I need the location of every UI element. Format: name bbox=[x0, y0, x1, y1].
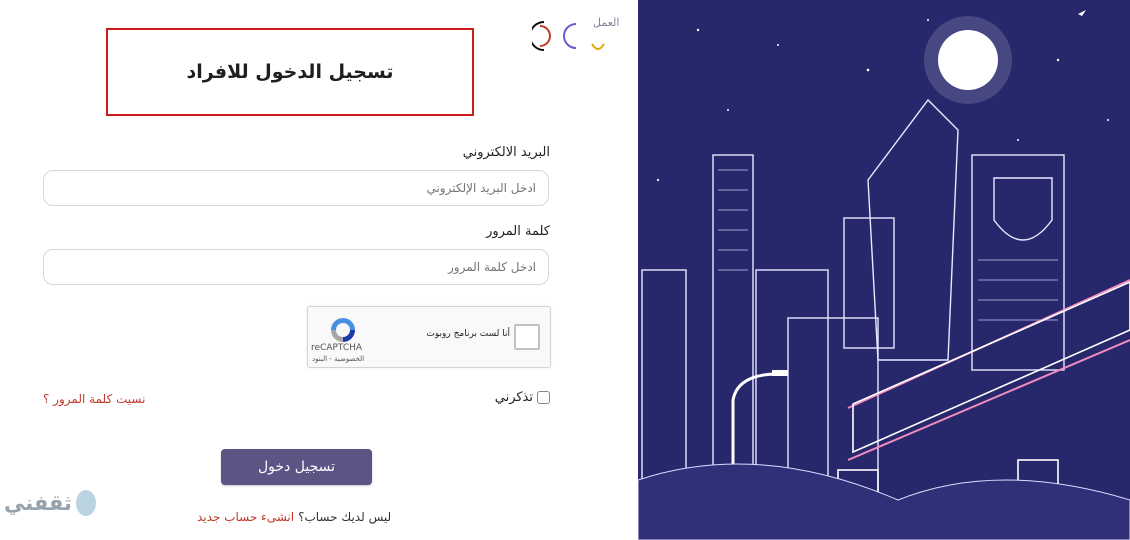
title-highlight-box: تسجيل الدخول للافراد bbox=[106, 28, 474, 116]
login-button[interactable]: تسجيل دخول bbox=[221, 449, 372, 485]
brand-logo-text: العمل bbox=[593, 16, 620, 29]
watermark-text: ثقفني bbox=[4, 491, 72, 515]
remember-checkbox[interactable] bbox=[537, 391, 550, 404]
email-label: البريد الالكتروني bbox=[462, 145, 550, 160]
recaptcha-icon bbox=[331, 318, 355, 342]
skyline-illustration bbox=[638, 10, 1130, 540]
lightbulb-icon bbox=[75, 490, 96, 516]
forgot-password-link[interactable]: نسيت كلمة المرور ؟ bbox=[43, 392, 145, 406]
no-account-text: ليس لديك حساب؟ bbox=[298, 510, 392, 524]
create-account-link[interactable]: انشىء حساب جديد bbox=[197, 510, 294, 524]
city-illustration bbox=[638, 0, 1130, 540]
watermark: ثقفني bbox=[4, 490, 96, 516]
recaptcha-checkbox[interactable] bbox=[514, 324, 540, 350]
page-title: تسجيل الدخول للافراد bbox=[186, 61, 394, 83]
recaptcha-brand: reCAPTCHA bbox=[311, 343, 363, 353]
password-label: كلمة المرور bbox=[486, 224, 550, 239]
remember-label: تذكرني bbox=[494, 390, 533, 405]
login-panel: العمل تسجيل الدخول للافراد البريد الالكت… bbox=[0, 0, 638, 540]
recaptcha-privacy-terms-links[interactable]: الخصوصية - البنود bbox=[312, 355, 364, 363]
recaptcha-label: أنا لست برنامج روبوت bbox=[426, 329, 510, 339]
remember-me[interactable]: تذكرني bbox=[495, 390, 550, 405]
password-field[interactable] bbox=[43, 249, 549, 285]
signup-prompt: ليس لديك حساب؟ انشىء حساب جديد bbox=[197, 510, 391, 524]
email-field[interactable] bbox=[43, 170, 549, 206]
recaptcha-widget: أنا لست برنامج روبوت reCAPTCHA الخصوصية … bbox=[307, 306, 551, 368]
